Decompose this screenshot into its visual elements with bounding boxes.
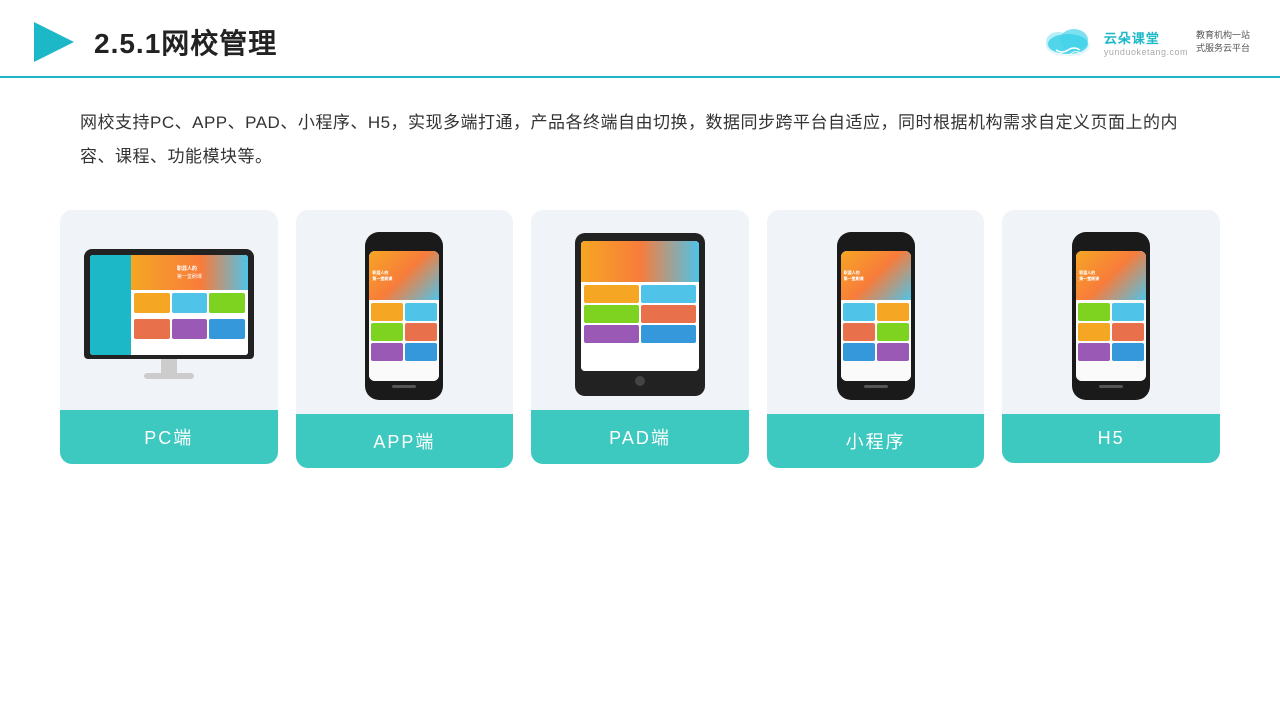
page-title: 2.5.1网校管理 <box>94 22 277 62</box>
logo-text-block: 云朵课堂 yunduoketang.com <box>1104 28 1188 57</box>
description-text: 网校支持PC、APP、PAD、小程序、H5，实现多端打通，产品各终端自由切换，数… <box>0 78 1280 190</box>
h5-image-area: 职涯人的第一堂刷课 <box>1002 210 1220 414</box>
title-text: 网校管理 <box>161 28 277 59</box>
app-label: APP端 <box>296 414 514 468</box>
play-icon <box>30 18 78 66</box>
app-phone: 职涯人的第一堂刷课 <box>365 232 443 400</box>
section-number: 2.5.1 <box>94 28 161 59</box>
header-left: 2.5.1网校管理 <box>30 18 277 66</box>
logo-area: 云朵课堂 yunduoketang.com 教育机构一站 式服务云平台 <box>1040 22 1250 62</box>
pc-image-area: 职涯人的 第一堂刷课 <box>60 210 278 410</box>
cards-section: 职涯人的 第一堂刷课 <box>0 190 1280 468</box>
logo-slogan: 教育机构一站 式服务云平台 <box>1196 29 1250 54</box>
pad-tablet <box>575 233 705 396</box>
card-h5: 职涯人的第一堂刷课 <box>1002 210 1220 463</box>
pad-label: PAD端 <box>531 410 749 464</box>
miniprogram-image-area: 职涯人的第一堂刷课 <box>767 210 985 414</box>
pc-monitor: 职涯人的 第一堂刷课 <box>84 249 254 379</box>
card-app: 职涯人的第一堂刷课 <box>296 210 514 468</box>
cloud-logo-icon <box>1040 22 1096 62</box>
logo-name: 云朵课堂 <box>1104 28 1188 47</box>
h5-label: H5 <box>1002 414 1220 463</box>
miniprogram-label: 小程序 <box>767 414 985 468</box>
app-image-area: 职涯人的第一堂刷课 <box>296 210 514 414</box>
h5-phone: 职涯人的第一堂刷课 <box>1072 232 1150 400</box>
card-miniprogram: 职涯人的第一堂刷课 <box>767 210 985 468</box>
header: 2.5.1网校管理 云朵课堂 yunduoketang.com 教育机构一站 式… <box>0 0 1280 78</box>
miniprogram-phone: 职涯人的第一堂刷课 <box>837 232 915 400</box>
description-paragraph: 网校支持PC、APP、PAD、小程序、H5，实现多端打通，产品各终端自由切换，数… <box>80 106 1200 174</box>
card-pc: 职涯人的 第一堂刷课 <box>60 210 278 464</box>
pad-image-area <box>531 210 749 410</box>
pc-label: PC端 <box>60 410 278 464</box>
logo-url: yunduoketang.com <box>1104 47 1188 57</box>
card-pad: PAD端 <box>531 210 749 464</box>
